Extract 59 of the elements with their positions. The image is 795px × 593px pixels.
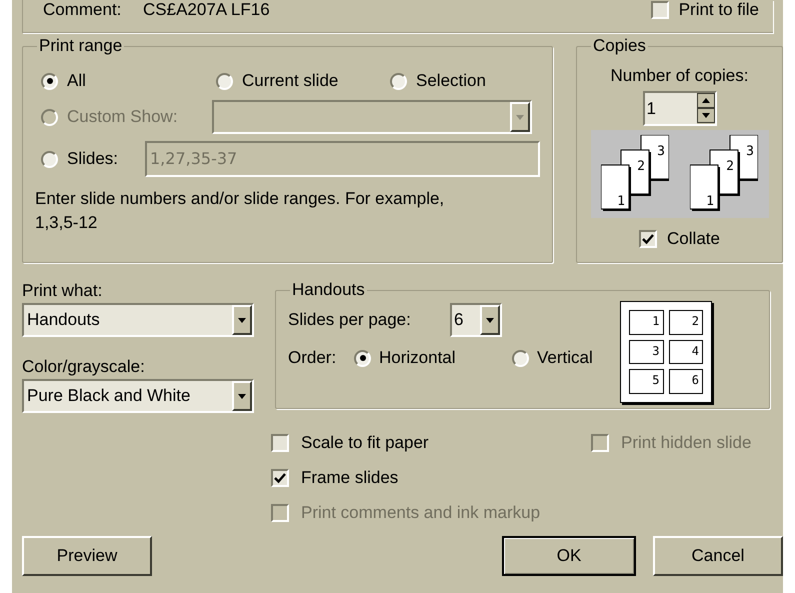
hint-text: Enter slide numbers and/or slide ranges. For example, 1,3,5-12 [35,188,446,234]
spin-arrows-icon[interactable] [696,93,714,124]
color-label: Color/grayscale: [22,357,146,377]
dialog-button[interactable]: OK [502,536,636,576]
copies-label: Number of copies: [610,65,748,87]
slide-thumbnail: 6 [668,369,703,394]
checkbox-label: Print to file [678,0,759,20]
radio-label: Vertical [537,347,593,370]
checkbox[interactable] [650,1,669,19]
comment-label: Comment: [43,0,122,20]
radio-label: Selection [416,70,486,92]
group-title: Copies [592,37,647,55]
checkbox[interactable] [271,434,289,452]
slides-per-page-label: Slides per page: [288,309,412,332]
slide-thumbnail: 4 [668,340,703,364]
dropdown-arrow-button[interactable] [510,102,530,132]
caret-icon [238,318,246,322]
checkbox-label: Frame slides [301,466,398,489]
radio-button[interactable] [354,350,371,366]
group-title: Handouts [291,281,366,299]
caret-icon [516,114,524,120]
radio-button[interactable] [41,150,58,168]
checkbox[interactable] [639,230,658,248]
radio-button[interactable] [390,72,407,90]
caret-icon [238,394,246,398]
dropdown-arrow-button[interactable] [480,305,500,335]
order-label: Order: [288,347,338,370]
radio-button[interactable] [216,72,233,90]
copies-spin-field[interactable]: 1 [642,91,716,126]
checkbox[interactable] [271,468,289,486]
slides-per-page-dropdown[interactable]: 6 [450,303,502,337]
radio-label: Custom Show: [67,106,179,128]
print-what-label: Print what: [22,281,104,301]
dropdown[interactable]: Pure Black and White [22,379,254,413]
custom-show-dropdown[interactable] [212,100,532,134]
checkbox-label: Collate [667,228,720,250]
checkbox-label: Scale to fit paper [301,432,429,454]
slide-thumbnail: 5 [629,369,664,394]
radio-button[interactable] [512,350,529,366]
collate-drawing: 3 2 1 [601,135,669,213]
dialog-button[interactable]: Cancel [652,536,783,576]
radio-button[interactable] [41,72,58,90]
slide-thumbnail: 2 [668,310,703,335]
checkbox-label: Print comments and ink markup [301,502,540,524]
comment-value: CS£A207A LF16 [143,0,270,20]
slide-thumbnail: 3 [629,340,664,364]
checkbox-label: Print hidden slide [621,432,752,454]
radio-label: Current slide [242,70,338,92]
dialog-button[interactable]: Preview [22,536,152,576]
dropdown-arrow-button[interactable] [232,305,252,335]
radio-label: Slides: [67,148,120,170]
group-title: Print range [38,37,124,55]
radio-label: All [67,70,86,92]
dropdown-arrow-button[interactable] [232,381,252,411]
caret-icon [486,318,494,322]
slide-thumbnail: 1 [629,310,664,335]
collate-drawing: 3 2 1 [690,135,758,213]
dropdown[interactable]: Handouts [22,303,254,337]
radio-label: Horizontal [379,347,456,370]
